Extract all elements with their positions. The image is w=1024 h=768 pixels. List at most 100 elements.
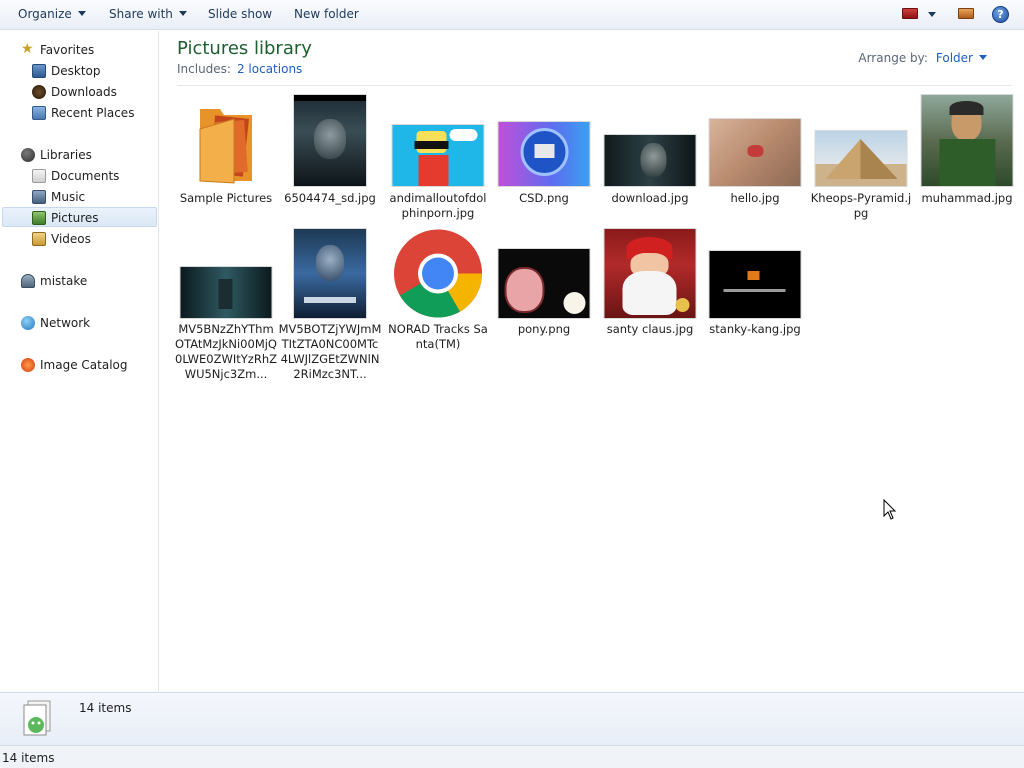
view-options-chevron-icon[interactable]: [928, 12, 936, 17]
nav-desktop[interactable]: Desktop: [32, 61, 152, 81]
file-label: NORAD Tracks Santa(TM): [388, 322, 488, 351]
pictures-library-icon: [22, 699, 54, 739]
header-divider: [177, 85, 1012, 86]
star-icon: ★: [21, 41, 34, 57]
nav-favorites[interactable]: ★ Favorites: [21, 40, 151, 60]
new-folder-label: New folder: [294, 7, 359, 21]
nav-image-catalog-label: Image Catalog: [40, 358, 128, 372]
chrome-icon: [393, 229, 484, 318]
chevron-down-icon: [77, 11, 86, 16]
mouse-cursor-icon: [883, 498, 897, 521]
libraries-icon: [21, 148, 35, 162]
file-label: hello.jpg: [730, 191, 780, 205]
file-item[interactable]: CSD.png: [492, 91, 596, 216]
file-label: Kheops-Pyramid.jpg: [810, 191, 912, 220]
slide-show-button[interactable]: Slide show: [208, 7, 272, 21]
photo-thumbnail: [180, 267, 272, 318]
file-label: MV5BNzZhYThmOTAtMzJkNi00MjQ0LWE0ZWItYzRh…: [175, 322, 277, 381]
file-item[interactable]: Kheops-Pyramid.jpg: [809, 91, 913, 220]
help-icon[interactable]: ?: [992, 6, 1009, 23]
nav-network[interactable]: Network: [21, 313, 151, 333]
badge-thumbnail: [498, 122, 590, 186]
game-screenshot-thumbnail: [709, 251, 801, 318]
file-item[interactable]: andimalloutofdolphinporn.jpg: [386, 91, 490, 220]
file-item[interactable]: pony.png: [492, 225, 596, 390]
nav-pictures[interactable]: Pictures: [2, 207, 157, 227]
command-bar: Organize Share with Slide show New folde…: [0, 0, 1024, 30]
recent-places-icon: [32, 106, 46, 120]
file-item[interactable]: santy claus.jpg: [598, 225, 702, 390]
file-item[interactable]: stanky-kang.jpg: [703, 225, 807, 390]
nav-user-label: mistake: [40, 274, 88, 288]
file-item[interactable]: hello.jpg: [703, 91, 807, 216]
locations-link[interactable]: 2 locations: [237, 62, 302, 76]
nav-favorites-label: Favorites: [40, 43, 95, 57]
nav-recent-places-label: Recent Places: [51, 106, 135, 120]
cartoon-thumbnail: [392, 125, 484, 186]
library-title: Pictures library: [177, 38, 312, 59]
file-list-pane[interactable]: Pictures library Includes: 2 locations Ar…: [160, 31, 1024, 692]
arrange-by-value: Folder: [935, 51, 973, 65]
file-label: santy claus.jpg: [606, 322, 694, 336]
pyramid-thumbnail: [815, 131, 907, 186]
documents-icon: [32, 169, 46, 183]
desktop-icon: [32, 64, 46, 78]
file-label: muhammad.jpg: [921, 191, 1013, 205]
photo-thumbnail: [604, 135, 696, 186]
file-label: andimalloutofdolphinporn.jpg: [389, 191, 487, 220]
preview-pane-icon[interactable]: [958, 8, 974, 19]
file-item[interactable]: Sample Pictures: [174, 91, 278, 216]
file-item[interactable]: download.jpg: [598, 91, 702, 216]
includes-label: Includes:: [177, 62, 231, 76]
file-item[interactable]: muhammad.jpg: [915, 91, 1019, 216]
painting-thumbnail: [921, 95, 1013, 186]
change-view-icon[interactable]: [902, 8, 918, 19]
nav-documents[interactable]: Documents: [32, 166, 152, 186]
organize-button[interactable]: Organize: [18, 7, 86, 21]
chevron-down-icon: [979, 55, 987, 60]
pictures-icon: [32, 211, 46, 225]
cartoon-thumbnail: [498, 249, 590, 318]
user-folder-icon: [21, 274, 35, 288]
status-bar: 14 items: [0, 745, 1024, 768]
file-label: 6504474_sd.jpg: [284, 191, 376, 205]
nav-recent-places[interactable]: Recent Places: [32, 103, 152, 123]
nav-videos[interactable]: Videos: [32, 229, 152, 249]
photo-thumbnail: [709, 119, 801, 186]
movie-poster-thumbnail: [294, 229, 366, 318]
share-with-label: Share with: [109, 7, 173, 21]
new-folder-button[interactable]: New folder: [294, 7, 359, 21]
file-label: MV5BOTZjYWJmMTItZTA0NC00MTc4LWJlZGEtZWNl…: [278, 322, 382, 381]
file-label: Sample Pictures: [179, 191, 273, 205]
slide-show-label: Slide show: [208, 7, 273, 21]
details-item-count: 14 items: [79, 701, 132, 715]
nav-network-label: Network: [40, 316, 91, 330]
organize-label: Organize: [18, 7, 72, 21]
nav-downloads-label: Downloads: [51, 85, 117, 99]
share-with-button[interactable]: Share with: [109, 7, 187, 21]
nav-image-catalog[interactable]: Image Catalog: [21, 355, 151, 375]
nav-music[interactable]: Music: [32, 187, 152, 207]
file-label: stanky-kang.jpg: [709, 322, 801, 336]
status-item-count: 14 items: [2, 751, 55, 765]
file-item[interactable]: MV5BNzZhYThmOTAtMzJkNi00MjQ0LWE0ZWItYzRh…: [174, 225, 278, 390]
arrange-by: Arrange by: Folder: [858, 51, 987, 65]
nav-desktop-label: Desktop: [51, 64, 101, 78]
nav-user-folder[interactable]: mistake: [21, 271, 151, 291]
file-item[interactable]: MV5BOTZjYWJmMTItZTA0NC00MTc4LWJlZGEtZWNl…: [278, 225, 382, 390]
file-item[interactable]: 6504474_sd.jpg: [278, 91, 382, 216]
nav-libraries[interactable]: Libraries: [21, 145, 151, 165]
chevron-down-icon: [178, 11, 187, 16]
folder-icon: [194, 99, 258, 187]
music-icon: [32, 190, 46, 204]
movie-poster-thumbnail: [294, 95, 366, 186]
nav-videos-label: Videos: [51, 232, 91, 246]
file-item[interactable]: NORAD Tracks Santa(TM): [386, 225, 490, 390]
file-label: download.jpg: [611, 191, 689, 205]
nav-downloads[interactable]: Downloads: [32, 82, 152, 102]
file-label: CSD.png: [519, 191, 569, 205]
details-pane: 14 items: [0, 692, 1024, 745]
image-catalog-icon: [21, 358, 35, 372]
nav-music-label: Music: [51, 190, 86, 204]
arrange-by-dropdown[interactable]: Folder: [936, 51, 987, 65]
